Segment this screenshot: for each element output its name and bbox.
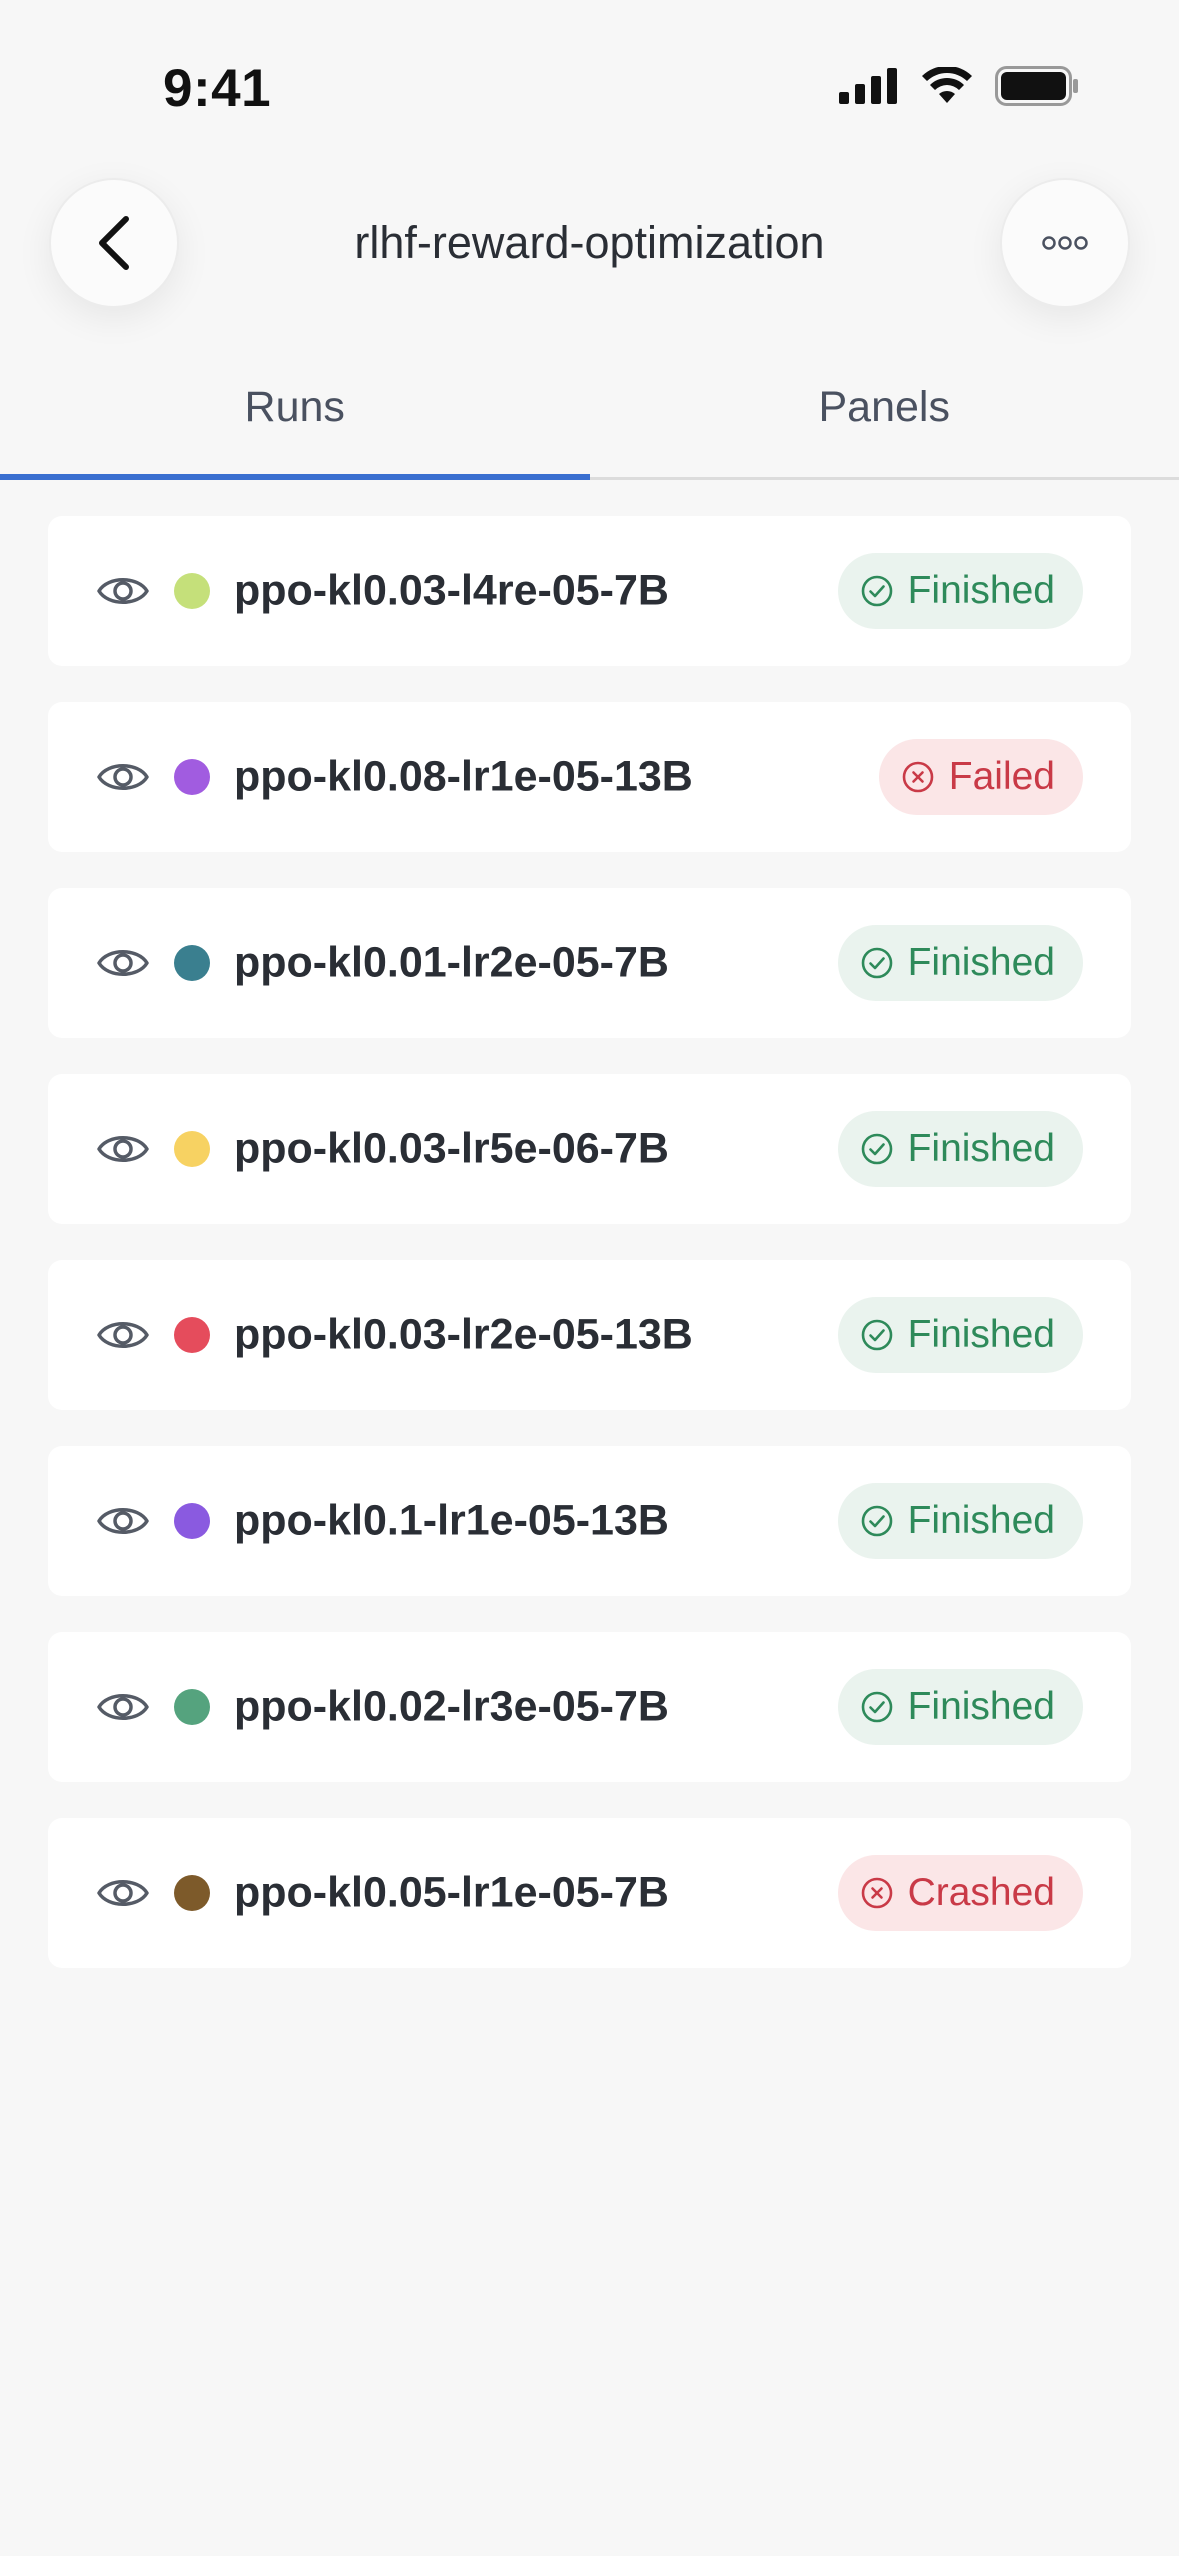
status-badge-label: Finished bbox=[907, 569, 1055, 612]
x-circle-icon bbox=[902, 761, 934, 793]
status-badge: Finished bbox=[837, 1297, 1083, 1373]
check-circle-icon bbox=[861, 1505, 892, 1537]
tab-bar: Runs Panels bbox=[0, 340, 1179, 480]
runs-list: ppo-kl0.03-l4re-05-7B Finished ppo-kl0.0… bbox=[48, 516, 1131, 2004]
run-name: ppo-kl0.1-lr1e-05-13B bbox=[234, 1496, 669, 1545]
header: rlhf-reward-optimization bbox=[0, 178, 1179, 308]
run-name: ppo-kl0.03-l4re-05-7B bbox=[234, 566, 669, 615]
visibility-eye-icon[interactable] bbox=[96, 571, 150, 611]
status-badge-label: Finished bbox=[907, 1499, 1055, 1542]
run-row-2[interactable]: ppo-kl0.01-lr2e-05-7B Finished bbox=[48, 888, 1131, 1038]
back-button[interactable] bbox=[49, 178, 179, 308]
run-name: ppo-kl0.01-lr2e-05-7B bbox=[234, 938, 669, 987]
more-horizontal-icon bbox=[1042, 236, 1088, 250]
status-badge: Failed bbox=[878, 739, 1083, 815]
chevron-left-icon bbox=[99, 216, 129, 270]
status-badge: Finished bbox=[837, 1669, 1083, 1745]
run-row-3[interactable]: ppo-kl0.03-lr5e-06-7B Finished bbox=[48, 1074, 1131, 1224]
status-time: 9:41 bbox=[163, 59, 272, 118]
status-badge-label: Failed bbox=[948, 755, 1055, 798]
run-color-dot bbox=[174, 573, 210, 609]
x-circle-icon bbox=[861, 1877, 892, 1909]
check-circle-icon bbox=[861, 1691, 892, 1723]
visibility-eye-icon[interactable] bbox=[96, 1501, 150, 1541]
run-color-dot bbox=[174, 1131, 210, 1167]
status-icons bbox=[839, 66, 1079, 106]
run-color-dot bbox=[174, 1875, 210, 1911]
more-options-button[interactable] bbox=[1000, 178, 1130, 308]
status-badge: Finished bbox=[837, 925, 1083, 1001]
visibility-eye-icon[interactable] bbox=[96, 1315, 150, 1355]
visibility-eye-icon[interactable] bbox=[96, 1873, 150, 1913]
tab-runs[interactable]: Runs bbox=[0, 340, 590, 480]
run-color-dot bbox=[174, 945, 210, 981]
run-name: ppo-kl0.08-lr1e-05-13B bbox=[234, 752, 693, 801]
run-color-dot bbox=[174, 1503, 210, 1539]
run-name: ppo-kl0.02-lr3e-05-7B bbox=[234, 1682, 669, 1731]
status-badge-label: Finished bbox=[907, 1685, 1055, 1728]
run-name: ppo-kl0.05-lr1e-05-7B bbox=[234, 1868, 669, 1917]
run-color-dot bbox=[174, 1689, 210, 1725]
visibility-eye-icon[interactable] bbox=[96, 1129, 150, 1169]
run-color-dot bbox=[174, 759, 210, 795]
run-row-7[interactable]: ppo-kl0.05-lr1e-05-7B Crashed bbox=[48, 1818, 1131, 1968]
cellular-signal-icon bbox=[839, 68, 897, 104]
app-screen: 9:41 rlhf-reward-optimization Runs Panel… bbox=[0, 0, 1179, 2556]
status-badge-label: Finished bbox=[907, 1313, 1055, 1356]
run-name: ppo-kl0.03-lr2e-05-13B bbox=[234, 1310, 693, 1359]
page-title: rlhf-reward-optimization bbox=[354, 217, 825, 268]
run-row-4[interactable]: ppo-kl0.03-lr2e-05-13B Finished bbox=[48, 1260, 1131, 1410]
check-circle-icon bbox=[861, 1319, 892, 1351]
run-row-5[interactable]: ppo-kl0.1-lr1e-05-13B Finished bbox=[48, 1446, 1131, 1596]
run-row-6[interactable]: ppo-kl0.02-lr3e-05-7B Finished bbox=[48, 1632, 1131, 1782]
status-badge: Finished bbox=[837, 1483, 1083, 1559]
status-badge-label: Finished bbox=[907, 941, 1055, 984]
visibility-eye-icon[interactable] bbox=[96, 943, 150, 983]
check-circle-icon bbox=[861, 1133, 892, 1165]
check-circle-icon bbox=[861, 947, 892, 979]
status-bar: 9:41 bbox=[0, 0, 1179, 170]
status-badge: Finished bbox=[837, 553, 1083, 629]
visibility-eye-icon[interactable] bbox=[96, 1687, 150, 1727]
visibility-eye-icon[interactable] bbox=[96, 757, 150, 797]
check-circle-icon bbox=[861, 575, 892, 607]
wifi-icon bbox=[922, 67, 972, 103]
run-row-0[interactable]: ppo-kl0.03-l4re-05-7B Finished bbox=[48, 516, 1131, 666]
run-name: ppo-kl0.03-lr5e-06-7B bbox=[234, 1124, 669, 1173]
status-badge: Finished bbox=[837, 1111, 1083, 1187]
run-color-dot bbox=[174, 1317, 210, 1353]
status-badge: Crashed bbox=[837, 1855, 1083, 1931]
tab-panels[interactable]: Panels bbox=[590, 340, 1179, 477]
status-badge-label: Finished bbox=[907, 1127, 1055, 1170]
status-badge-label: Crashed bbox=[907, 1871, 1055, 1914]
battery-icon bbox=[995, 66, 1078, 106]
run-row-1[interactable]: ppo-kl0.08-lr1e-05-13B Failed bbox=[48, 702, 1131, 852]
